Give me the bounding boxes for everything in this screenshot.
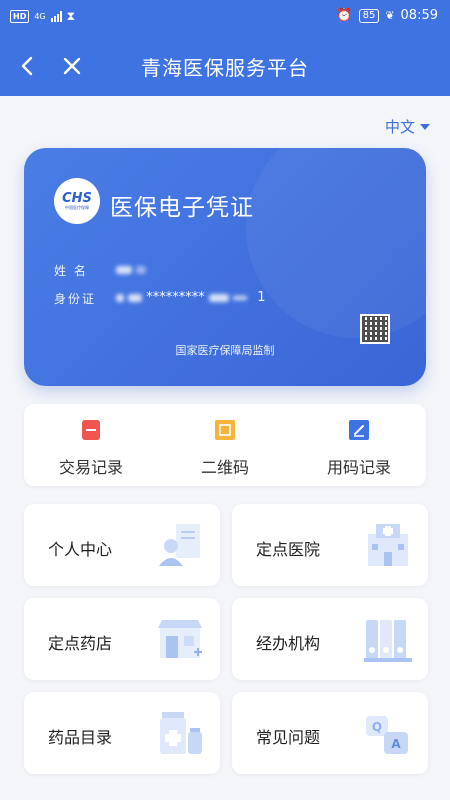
qrcode-icon (215, 420, 235, 440)
name-value (116, 262, 147, 277)
binders-icon (364, 620, 412, 662)
qa-icon: Q A (366, 716, 408, 754)
tile-label: 定点医院 (256, 540, 321, 559)
tile-label: 常见问题 (256, 728, 321, 747)
record-icon (82, 420, 100, 440)
id-tail: 1 (257, 290, 266, 305)
pharmacy-icon (158, 620, 202, 658)
language-selector[interactable]: 中文 (385, 116, 430, 137)
tile-drug-catalog[interactable]: 药品目录 (24, 692, 220, 774)
name-label: 姓 名 (54, 264, 88, 278)
battery-icon: 85 (358, 8, 380, 23)
quick-action-transactions[interactable]: 交易记录 (24, 404, 158, 486)
hd-icon: HD (10, 10, 30, 23)
redacted-id-start (116, 293, 124, 302)
quick-action-qrcode[interactable]: 二维码 (158, 404, 292, 486)
redacted-id-end-2 (233, 295, 248, 300)
tile-label: 定点药店 (48, 634, 113, 653)
tile-label: 个人中心 (48, 540, 113, 559)
card-decoration (246, 148, 426, 338)
redacted-id-start-2 (128, 293, 143, 302)
redacted-name (116, 265, 132, 274)
network-type: 4G (34, 12, 46, 21)
tile-agency[interactable]: 经办机构 (232, 598, 428, 680)
tile-faq[interactable]: 常见问题 Q A (232, 692, 428, 774)
tile-label: 经办机构 (256, 634, 321, 653)
quick-actions: 交易记录 二维码 用码记录 (24, 404, 426, 486)
status-right: ⏰ 85 ❦ 08:59 (336, 8, 438, 23)
caret-down-icon (420, 123, 430, 130)
logo-text: CHS (62, 190, 92, 206)
clock: 08:59 (400, 8, 438, 23)
id-label: 身份证 (54, 292, 97, 306)
quick-action-label: 交易记录 (58, 458, 123, 477)
tile-designated-pharmacy[interactable]: 定点药店 (24, 598, 220, 680)
quick-action-code-usage[interactable]: 用码记录 (292, 404, 426, 486)
page-title: 青海医保服务平台 (141, 56, 309, 80)
hourglass-icon: ⧗ (66, 9, 76, 23)
status-bar: HD 4G ⧗ ⏰ 85 ❦ 08:59 (0, 0, 450, 36)
navigation-bar: 青海医保服务平台 (0, 36, 450, 96)
qr-code-icon[interactable] (360, 314, 390, 344)
quick-action-label: 用码记录 (326, 458, 391, 477)
card-title: 医保电子凭证 (110, 195, 254, 221)
language-label: 中文 (384, 118, 415, 136)
quick-action-label: 二维码 (200, 458, 249, 477)
alarm-icon: ⏰ (336, 8, 353, 23)
id-masked: ********* (146, 290, 205, 305)
svg-text:A: A (391, 737, 401, 751)
medicine-icon (160, 712, 202, 754)
leaf-icon: ❦ (385, 9, 395, 22)
hospital-icon (368, 524, 408, 566)
insurance-card[interactable]: CHS 中国医疗保障 医保电子凭证 姓 名 身份证 ********* 1 国家… (24, 148, 426, 386)
person-icon (159, 524, 200, 566)
svg-text:Q: Q (372, 720, 382, 734)
tile-label: 药品目录 (48, 728, 113, 747)
tile-personal-center[interactable]: 个人中心 (24, 504, 220, 586)
logo-subtext: 中国医疗保障 (65, 204, 89, 210)
redacted-id-end (208, 293, 229, 302)
tile-designated-hospital[interactable]: 定点医院 (232, 504, 428, 586)
edit-icon (349, 420, 369, 440)
id-value: ********* 1 (116, 290, 265, 305)
redacted-name-2 (136, 265, 147, 274)
chs-logo: CHS 中国医疗保障 (54, 178, 100, 224)
card-footer: 国家医疗保障局监制 (175, 344, 275, 357)
status-left: HD 4G ⧗ (10, 9, 75, 24)
signal-icon (50, 11, 62, 22)
